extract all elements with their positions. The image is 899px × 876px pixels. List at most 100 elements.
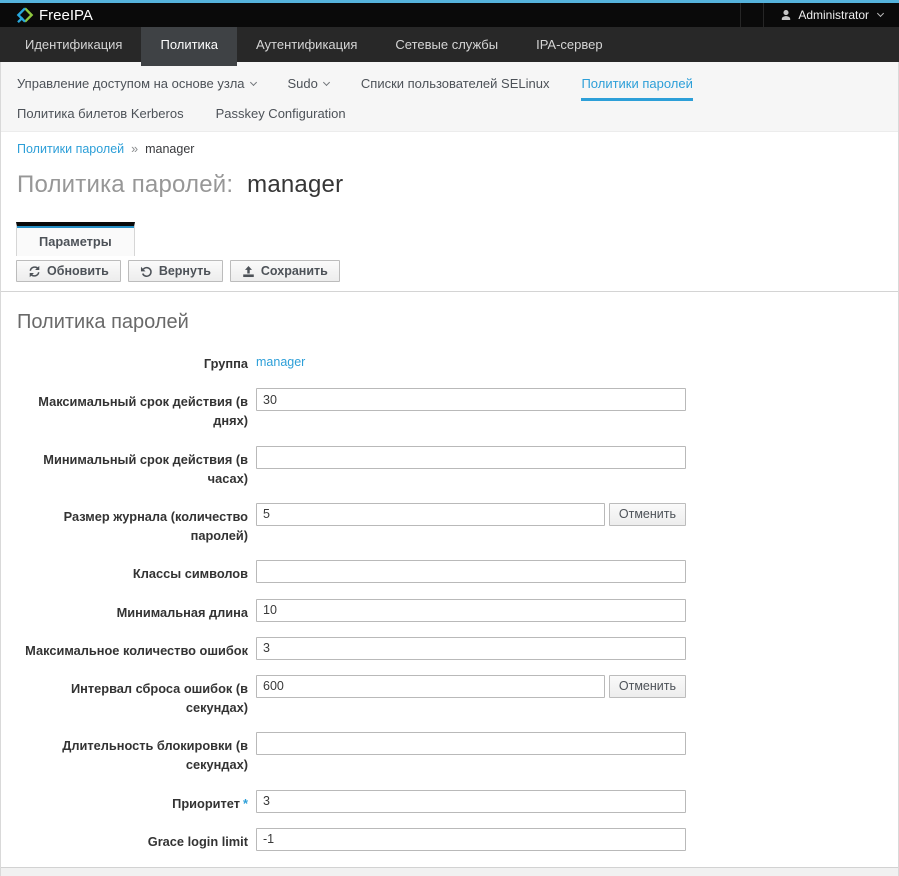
upload-icon	[242, 265, 255, 278]
field-label-priority: Приоритет*	[16, 790, 248, 813]
failure-reset-interval-input[interactable]	[256, 675, 605, 698]
field-label-text: Размер журнала (количество паролей)	[64, 509, 248, 543]
form-row-lockout-duration: Длительность блокировки (в секундах)	[1, 732, 898, 774]
form-row-priority: Приоритет*	[1, 790, 898, 813]
freeipa-logo-icon	[16, 6, 34, 24]
subnav-item-label: Политика билетов Kerberos	[17, 106, 184, 121]
form-row-min-length: Минимальная длина	[1, 599, 898, 622]
min-lifetime-hours-input[interactable]	[256, 446, 686, 469]
page-body: Управление доступом на основе узла Sudo Сп…	[0, 62, 899, 876]
field-value-max-lifetime-days	[256, 388, 686, 430]
user-label: Administrator	[798, 8, 869, 22]
history-size-input[interactable]	[256, 503, 605, 526]
nav-item-network-services[interactable]: Сетевые службы	[376, 27, 517, 62]
field-label-grace-login-limit: Grace login limit	[16, 828, 248, 851]
undo-icon	[140, 265, 153, 278]
brand-bar: FreeIPA Administrator	[0, 3, 899, 27]
header-right: Administrator	[718, 3, 889, 27]
field-label-failure-reset-interval: Интервал сброса ошибок (в секундах)	[16, 675, 248, 717]
breadcrumb-link-password-policies[interactable]: Политики паролей	[17, 142, 124, 156]
grace-login-limit-input[interactable]	[256, 828, 686, 851]
save-button[interactable]: Сохранить	[230, 260, 340, 282]
subnav-item-passkey-configuration[interactable]: Passkey Configuration	[216, 101, 346, 131]
form-row-grace-login-limit: Grace login limit	[1, 828, 898, 851]
max-failures-input[interactable]	[256, 637, 686, 660]
password-policy-form: Группа manager Максимальный срок действия …	[1, 344, 898, 851]
header-separator	[740, 3, 741, 27]
field-label-min-lifetime-hours: Минимальный срок действия (в часах)	[16, 446, 248, 488]
form-row-max-failures: Максимальное количество ошибок	[1, 637, 898, 660]
field-label-max-lifetime-days: Максимальный срок действия (в днях)	[16, 388, 248, 430]
field-label-group: Группа	[16, 350, 248, 373]
lockout-duration-input[interactable]	[256, 732, 686, 755]
field-label-text: Минимальная длина	[117, 605, 248, 620]
subnav: Управление доступом на основе узла Sudo Сп…	[1, 62, 898, 132]
field-value-max-failures	[256, 637, 686, 660]
max-lifetime-days-input[interactable]	[256, 388, 686, 411]
breadcrumb-current: manager	[145, 142, 194, 156]
subnav-item-label: Sudo	[288, 76, 318, 91]
field-label-min-length: Минимальная длина	[16, 599, 248, 622]
save-label: Сохранить	[261, 264, 328, 278]
min-length-input[interactable]	[256, 599, 686, 622]
field-value-history-size: Отменить	[256, 503, 686, 545]
user-icon	[780, 9, 792, 21]
field-value-min-lifetime-hours	[256, 446, 686, 488]
breadcrumb: Политики паролей » manager	[1, 132, 898, 156]
field-label-text: Длительность блокировки (в секундах)	[62, 738, 248, 772]
group-link[interactable]: manager	[256, 350, 305, 369]
subnav-item-selinux-user-maps[interactable]: Списки пользователей SELinux	[361, 71, 550, 101]
field-value-group: manager	[256, 350, 686, 373]
tab-settings[interactable]: Параметры	[16, 222, 135, 256]
field-value-failure-reset-interval: Отменить	[256, 675, 686, 717]
subnav-item-sudo[interactable]: Sudo	[288, 71, 329, 101]
form-row-character-classes: Классы символов	[1, 560, 898, 583]
form-row-group: Группа manager	[1, 350, 898, 373]
history-size-undo-button[interactable]: Отменить	[609, 503, 686, 526]
nav-item-policy[interactable]: Политика	[141, 27, 237, 66]
nav-item-authentication[interactable]: Аутентификация	[237, 27, 376, 62]
form-row-failure-reset-interval: Интервал сброса ошибок (в секундах) Отмен…	[1, 675, 898, 717]
tabs: Параметры	[16, 222, 898, 256]
subnav-item-hbac[interactable]: Управление доступом на основе узла	[17, 71, 256, 101]
freeipa-logo[interactable]: FreeIPA	[16, 6, 93, 24]
nav-item-ipa-server[interactable]: IPA-сервер	[517, 27, 622, 62]
field-value-character-classes	[256, 560, 686, 583]
chevron-down-icon	[877, 10, 884, 17]
field-value-grace-login-limit	[256, 828, 686, 851]
revert-button[interactable]: Вернуть	[128, 260, 223, 282]
form-row-max-lifetime-days: Максимальный срок действия (в днях)	[1, 388, 898, 430]
form-row-min-lifetime-hours: Минимальный срок действия (в часах)	[1, 446, 898, 488]
subnav-item-kerberos-ticket-policy[interactable]: Политика билетов Kerberos	[17, 101, 184, 131]
main-nav: ИдентификацияПолитикаАутентификацияСетев…	[0, 27, 899, 62]
refresh-button[interactable]: Обновить	[16, 260, 121, 282]
refresh-icon	[28, 265, 41, 278]
chevron-down-icon	[249, 79, 256, 86]
field-label-lockout-duration: Длительность блокировки (в секундах)	[16, 732, 248, 774]
field-label-text: Классы символов	[133, 566, 248, 581]
field-value-min-length	[256, 599, 686, 622]
footer-strip	[1, 867, 898, 876]
breadcrumb-separator: »	[131, 142, 138, 156]
required-asterisk: *	[243, 796, 248, 811]
subnav-row: Политика билетов Kerberos Passkey Configu…	[17, 101, 898, 131]
toolbar: Обновить Вернуть Сохранить	[1, 256, 898, 292]
subnav-row: Управление доступом на основе узла Sudo Сп…	[17, 71, 898, 101]
field-label-character-classes: Классы символов	[16, 560, 248, 583]
subnav-item-password-policies[interactable]: Политики паролей	[581, 71, 692, 101]
failure-reset-interval-undo-button[interactable]: Отменить	[609, 675, 686, 698]
nav-item-identity[interactable]: Идентификация	[6, 27, 141, 62]
field-label-text: Минимальный срок действия (в часах)	[43, 452, 248, 486]
field-label-text: Grace login limit	[148, 834, 248, 849]
field-label-text: Группа	[204, 356, 248, 371]
page-title: Политика паролей: manager	[1, 156, 898, 199]
priority-input[interactable]	[256, 790, 686, 813]
character-classes-input[interactable]	[256, 560, 686, 583]
field-label-text: Приоритет	[172, 796, 240, 811]
chevron-down-icon	[323, 79, 330, 86]
subnav-item-label: Списки пользователей SELinux	[361, 76, 550, 91]
user-menu[interactable]: Administrator	[764, 8, 889, 22]
revert-label: Вернуть	[159, 264, 211, 278]
page-title-value: manager	[247, 171, 343, 198]
subnav-item-label: Политики паролей	[581, 76, 692, 91]
